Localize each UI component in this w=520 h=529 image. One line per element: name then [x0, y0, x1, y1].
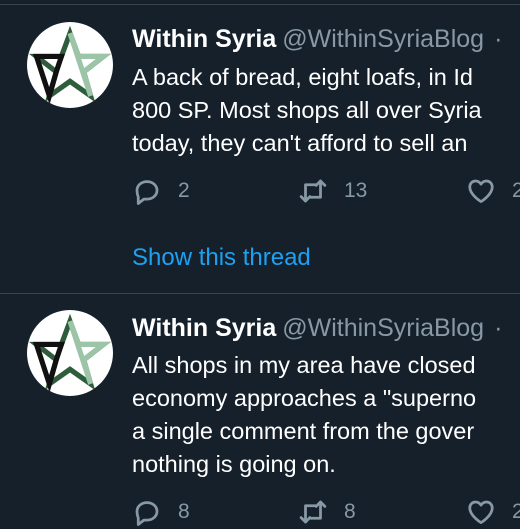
like-button[interactable]: 2: [466, 497, 520, 527]
tweet-line: today, they can't afford to sell an: [132, 130, 468, 156]
like-count: 2: [512, 500, 520, 523]
avatar[interactable]: [27, 22, 113, 108]
tweet-line: a single comment from the gover: [132, 418, 475, 444]
reply-icon: [135, 501, 159, 526]
reply-count: 8: [178, 500, 190, 523]
tweet-1[interactable]: Within Syria @WithinSyriaBlog · A back of …: [0, 0, 520, 293]
like-count: 2: [512, 179, 520, 202]
tweet-actions: 2 13 2: [132, 176, 520, 208]
star-logo-icon: [28, 313, 112, 393]
user-handle[interactable]: @WithinSyriaBlog: [282, 314, 484, 342]
like-button[interactable]: 2: [466, 176, 520, 206]
tweet-actions: 8 8 2: [132, 497, 520, 529]
star-logo-icon: [28, 25, 112, 105]
retweet-count: 8: [344, 500, 356, 523]
retweet-button[interactable]: 8: [298, 497, 356, 527]
display-name[interactable]: Within Syria: [132, 314, 276, 342]
user-handle[interactable]: @WithinSyriaBlog: [282, 25, 484, 53]
tweet-header: Within Syria @WithinSyriaBlog ·: [132, 25, 502, 54]
tweet-header: Within Syria @WithinSyriaBlog ·: [132, 314, 502, 343]
reply-icon: [135, 180, 159, 205]
tweet-line: 800 SP. Most shops all over Syria: [132, 97, 482, 123]
retweet-icon: [299, 179, 327, 203]
tweet-text: All shops in my area have closed economy…: [132, 349, 520, 481]
retweet-icon: [299, 500, 327, 524]
like-icon: [468, 179, 494, 203]
tweet-text: A back of bread, eight loafs, in Id 800 …: [132, 61, 520, 160]
like-icon: [468, 500, 494, 524]
reply-count: 2: [178, 179, 190, 202]
reply-button[interactable]: 2: [132, 176, 190, 206]
separator: ·: [494, 25, 503, 53]
retweet-count: 13: [344, 179, 368, 202]
display-name[interactable]: Within Syria: [132, 25, 276, 53]
tweet-line: economy approaches a "superno: [132, 385, 477, 411]
tweet-line: nothing is going on.: [132, 451, 336, 477]
show-thread-link[interactable]: Show this thread: [132, 244, 311, 272]
tweet-line: All shops in my area have closed: [132, 352, 476, 378]
tweet-2[interactable]: Within Syria @WithinSyriaBlog · All shops …: [0, 294, 520, 526]
separator: ·: [494, 314, 503, 342]
retweet-button[interactable]: 13: [298, 176, 367, 206]
reply-button[interactable]: 8: [132, 497, 190, 527]
avatar[interactable]: [27, 310, 113, 396]
tweet-line: A back of bread, eight loafs, in Id: [132, 64, 473, 90]
